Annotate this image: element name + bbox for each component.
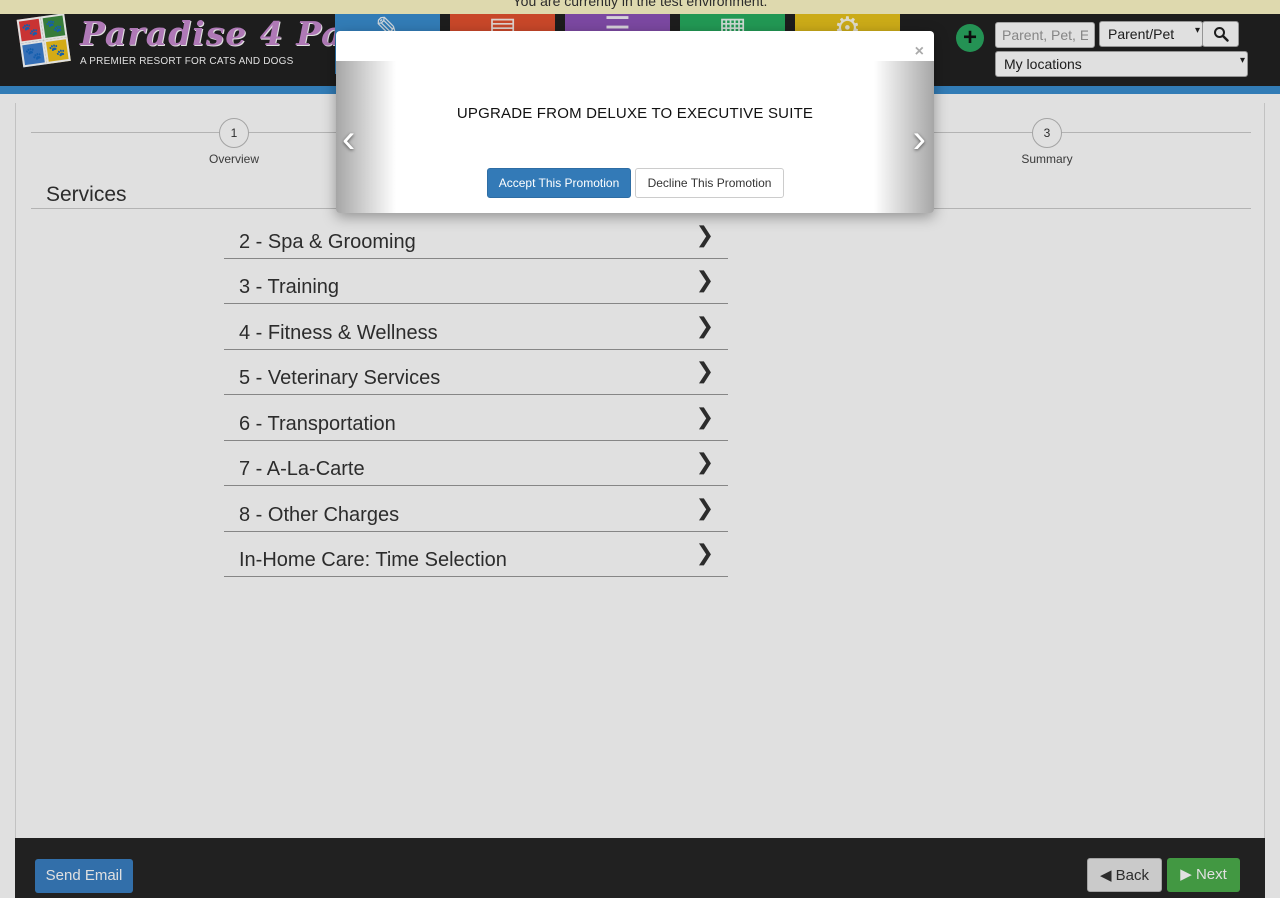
- decline-promotion-button[interactable]: Decline This Promotion: [635, 168, 784, 198]
- promotion-modal: × ‹ › UPGRADE FROM DELUXE TO EXECUTIVE S…: [336, 31, 934, 213]
- close-icon[interactable]: ×: [915, 43, 924, 61]
- chevron-left-icon[interactable]: ‹: [342, 119, 355, 159]
- promotion-title: UPGRADE FROM DELUXE TO EXECUTIVE SUITE: [456, 105, 814, 122]
- chevron-right-icon[interactable]: ›: [913, 119, 926, 159]
- accept-promotion-button[interactable]: Accept This Promotion: [487, 168, 631, 198]
